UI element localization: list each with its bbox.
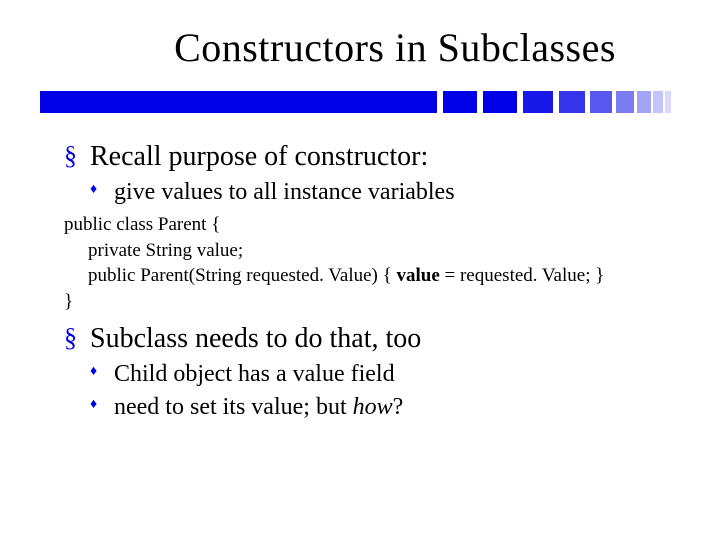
stripe-block [523,91,553,113]
code-line: public Parent(String requested. Value) {… [64,263,680,289]
code-bold: value [396,265,439,286]
subbullet-need-set: need to set its value; but how? [64,394,680,421]
stripe-block [653,91,663,113]
subbullet-child-object: Child object has a value field [64,361,680,388]
code-line: private String value; [64,238,680,264]
text: ? [393,394,404,420]
stripe-blocks [437,91,680,113]
stripe-block [616,91,634,113]
slide-content: Recall purpose of constructor: give valu… [40,141,680,421]
code-line: } [64,289,680,315]
stripe-block [665,91,671,113]
bullet-subclass: Subclass needs to do that, too [64,323,680,355]
subbullet-give-values: give values to all instance variables [64,179,680,206]
stripe-block [590,91,612,113]
code-text: = requested. Value; } [440,265,605,286]
stripe-block [559,91,585,113]
code-line: public class Parent { [64,212,680,238]
slide: Constructors in Subclasses Recall purpos… [0,0,720,540]
text: need to set its value; but [114,394,353,420]
text-italic: how [353,394,393,420]
bullet-recall: Recall purpose of constructor: [64,141,680,173]
decorative-stripe [40,91,680,113]
slide-title: Constructors in Subclasses [130,24,660,71]
stripe-block [483,91,517,113]
code-text: public Parent(String requested. Value) { [88,265,396,286]
stripe-block [637,91,651,113]
stripe-block [443,91,477,113]
code-block: public class Parent { private String val… [64,212,680,315]
stripe-solid [40,91,437,113]
